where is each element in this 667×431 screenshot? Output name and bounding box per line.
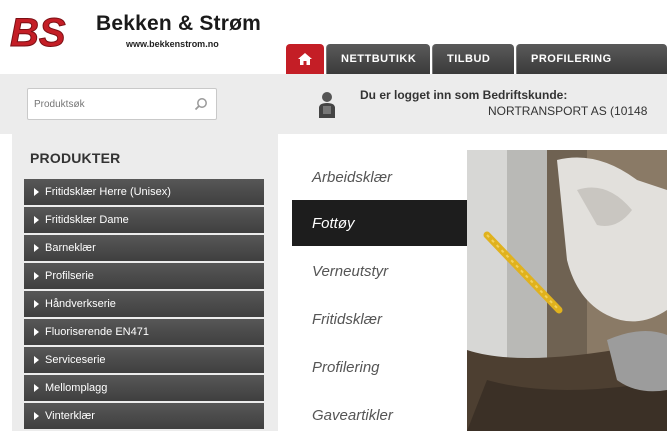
product-item-label: Serviceserie [45, 354, 106, 366]
product-item-fritidsklaer-dame[interactable]: Fritidsklær Dame [24, 207, 264, 233]
brand-url: www.bekkenstrom.no [126, 39, 219, 49]
login-company: NORTRANSPORT AS (10148 [488, 104, 648, 118]
top-navigation: NETTBUTIKK TILBUD PROFILERING [286, 44, 667, 74]
search-input[interactable] [28, 89, 178, 119]
product-item-vinterklaer[interactable]: Vinterklær [24, 403, 264, 429]
nav-home-button[interactable] [286, 44, 324, 74]
arrow-right-icon [34, 188, 39, 196]
products-heading: PRODUKTER [30, 150, 121, 166]
product-item-profilserie[interactable]: Profilserie [24, 263, 264, 289]
product-item-label: Fluoriserende EN471 [45, 326, 149, 338]
nav-profilering[interactable]: PROFILERING [516, 44, 667, 74]
arrow-right-icon [34, 244, 39, 252]
search-box [27, 88, 217, 120]
category-verneutstyr[interactable]: Verneutstyr [292, 248, 467, 294]
product-item-serviceserie[interactable]: Serviceserie [24, 347, 264, 373]
arrow-right-icon [34, 356, 39, 364]
product-item-label: Barneklær [45, 242, 96, 254]
arrow-right-icon [34, 412, 39, 420]
home-icon [298, 53, 312, 65]
nav-tilbud[interactable]: TILBUD [432, 44, 514, 74]
arrow-right-icon [34, 300, 39, 308]
logo[interactable]: BS Bekken & Strøm www.bekkenstrom.no [8, 6, 278, 56]
login-status-label: Du er logget inn som Bedriftskunde: [360, 88, 568, 102]
product-item-label: Fritidsklær Dame [45, 214, 129, 226]
brand-name: Bekken & Strøm [96, 12, 262, 35]
product-item-label: Håndverkserie [45, 298, 116, 310]
arrow-right-icon [34, 384, 39, 392]
product-item-fluoriserende[interactable]: Fluoriserende EN471 [24, 319, 264, 345]
bs-logo-mark: BS [10, 11, 67, 55]
category-arbeidsklaer[interactable]: Arbeidsklær [292, 154, 467, 200]
arrow-right-icon [34, 272, 39, 280]
category-gaveartikler[interactable]: Gaveartikler [292, 392, 467, 431]
product-item-label: Fritidsklær Herre (Unisex) [45, 186, 171, 198]
category-profilering[interactable]: Profilering [292, 344, 467, 390]
arrow-right-icon [34, 328, 39, 336]
category-fottoy[interactable]: Fottøy [292, 200, 467, 246]
svg-text:BS: BS [10, 11, 66, 54]
arrow-right-icon [34, 216, 39, 224]
product-item-barneklaer[interactable]: Barneklær [24, 235, 264, 261]
product-item-label: Mellomplagg [45, 382, 108, 394]
user-icon [319, 92, 335, 118]
nav-nettbutikk[interactable]: NETTBUTIKK [326, 44, 430, 74]
product-item-label: Vinterklær [45, 410, 95, 422]
product-item-handverkserie[interactable]: Håndverkserie [24, 291, 264, 317]
product-item-fritidsklaer-herre[interactable]: Fritidsklær Herre (Unisex) [24, 179, 264, 205]
product-item-label: Profilserie [45, 270, 94, 282]
feature-photo-work-boot[interactable] [467, 150, 667, 431]
category-fritidsklaer[interactable]: Fritidsklær [292, 296, 467, 342]
product-menu: Fritidsklær Herre (Unisex) Fritidsklær D… [24, 179, 264, 431]
product-item-mellomplagg[interactable]: Mellomplagg [24, 375, 264, 401]
category-panel: Arbeidsklær Fottøy Verneutstyr Fritidskl… [292, 150, 467, 431]
search-icon[interactable] [194, 97, 208, 111]
